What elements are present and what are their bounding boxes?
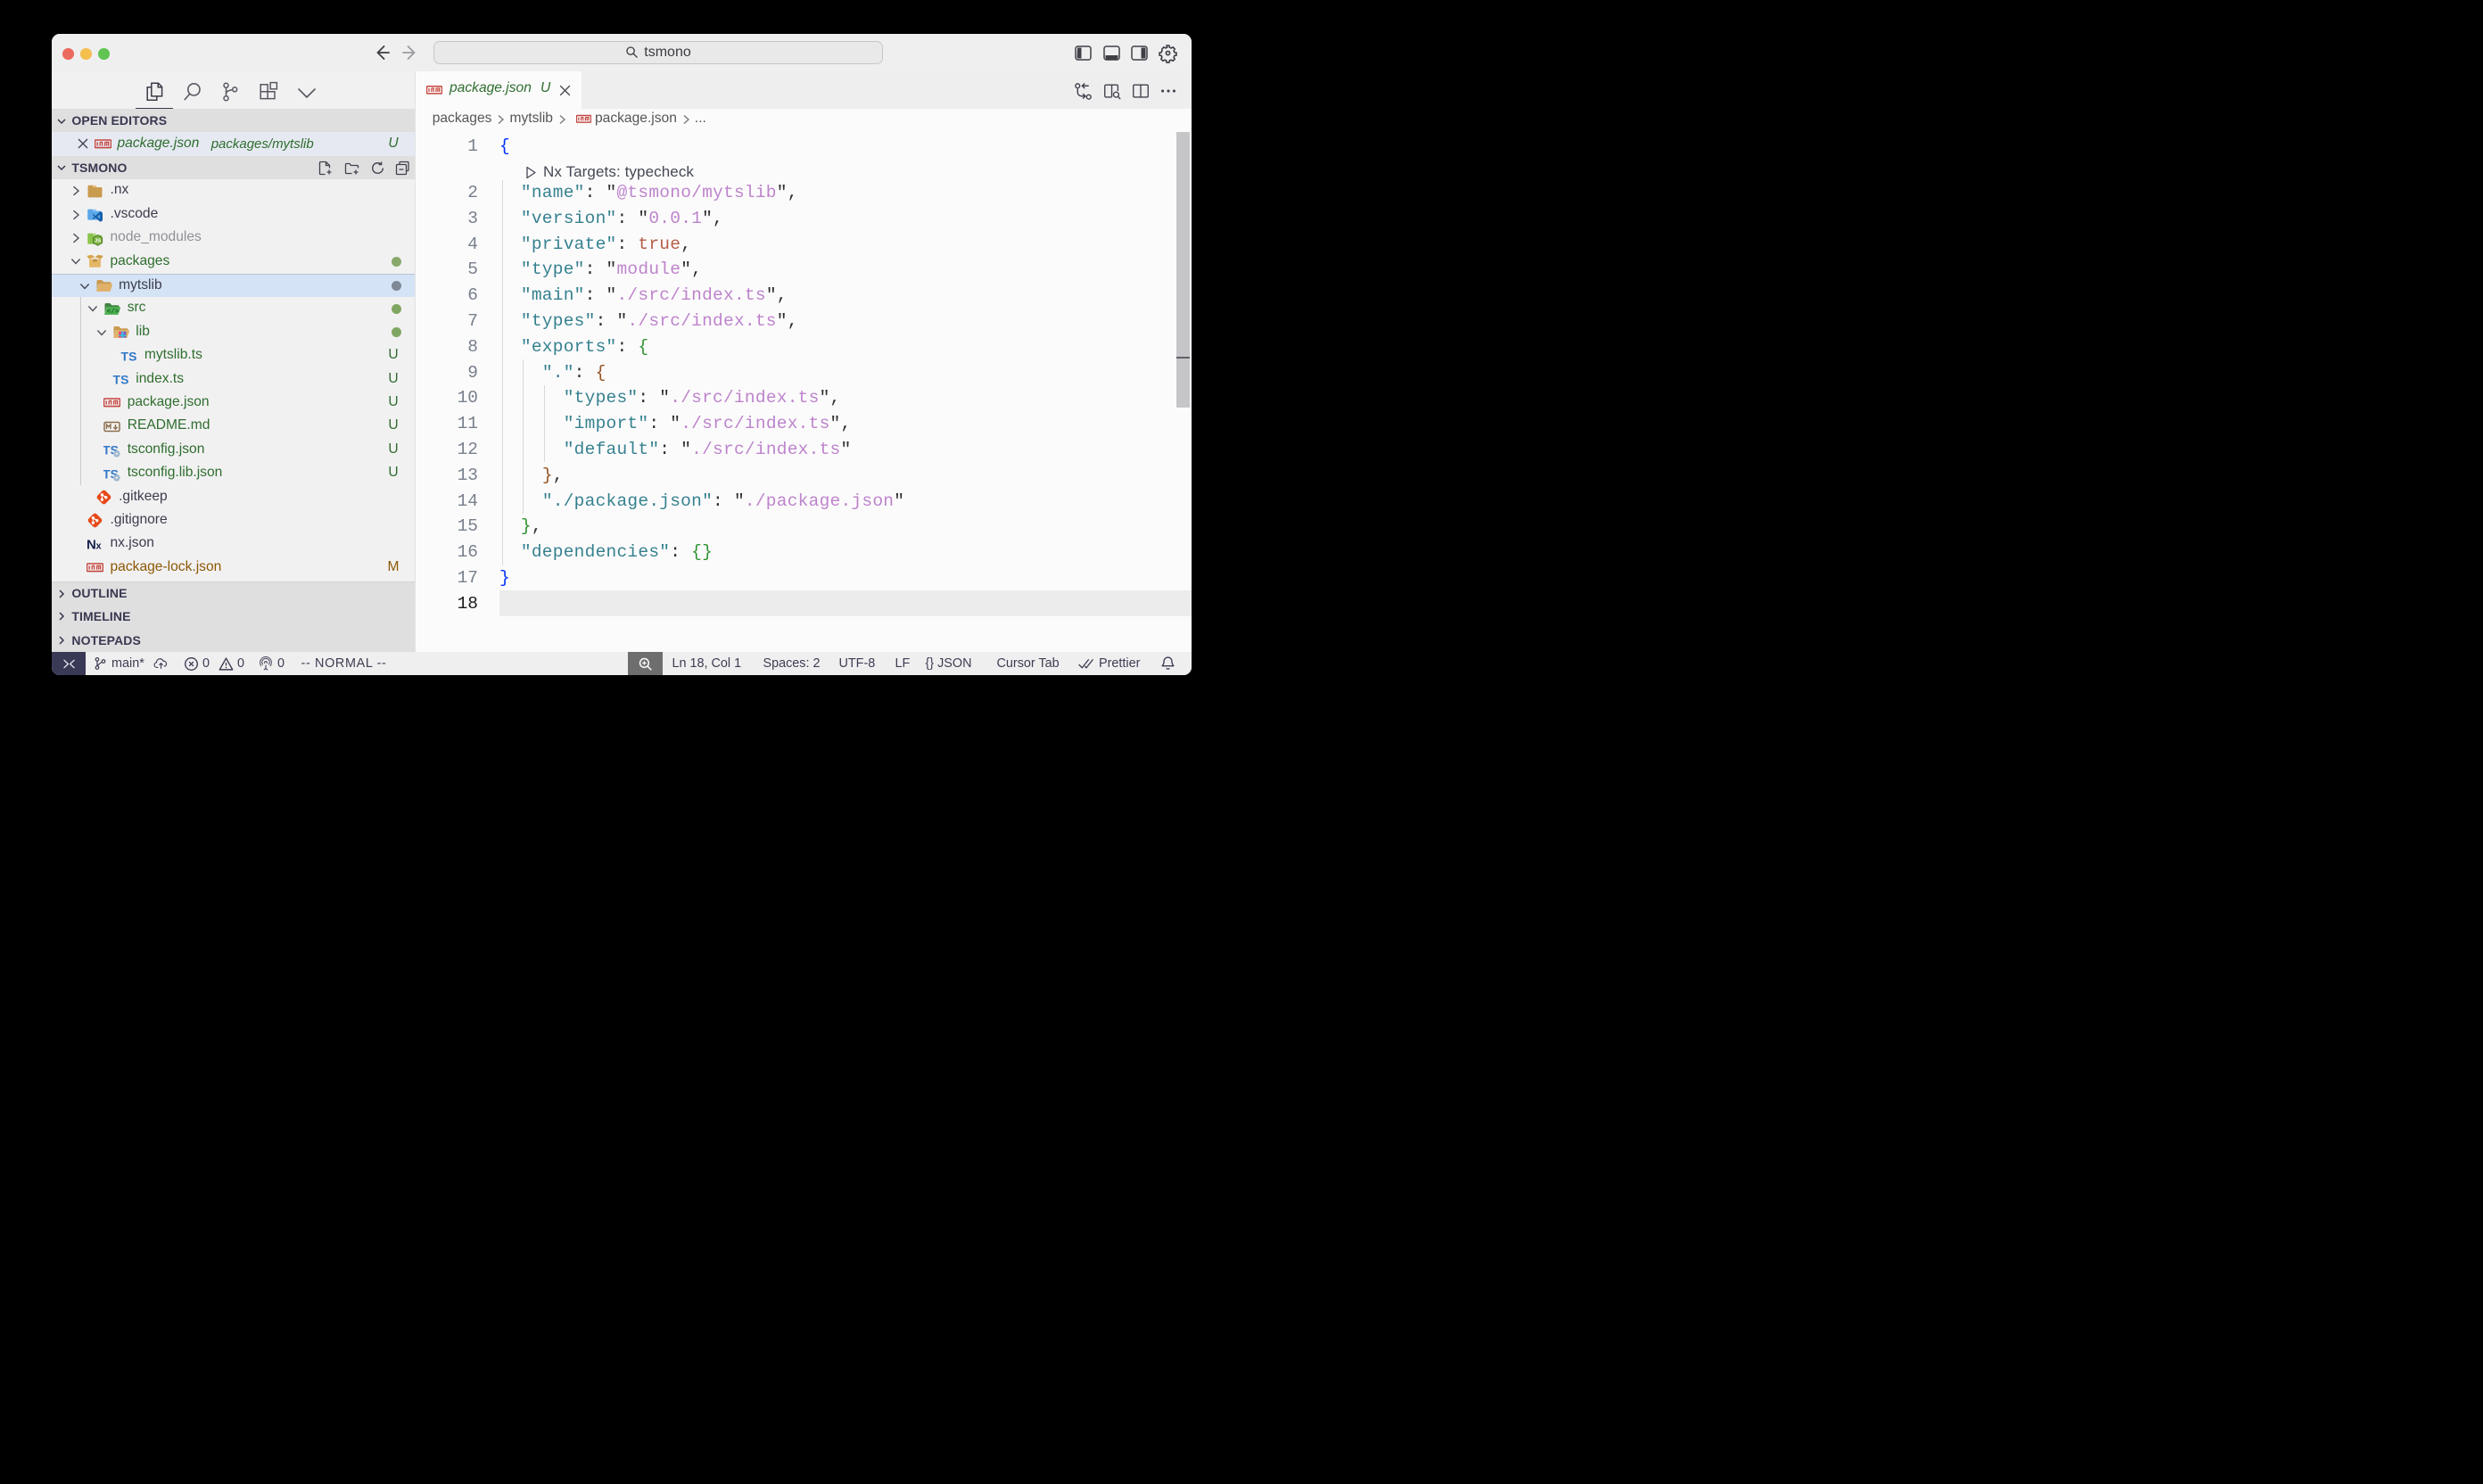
svg-text:TS: TS: [121, 349, 137, 363]
svg-text:N: N: [87, 537, 96, 552]
svg-text:TS: TS: [112, 372, 128, 386]
svg-text:</>: </>: [107, 309, 120, 316]
svg-text:x: x: [96, 540, 103, 551]
svg-text:JS: JS: [95, 238, 101, 243]
